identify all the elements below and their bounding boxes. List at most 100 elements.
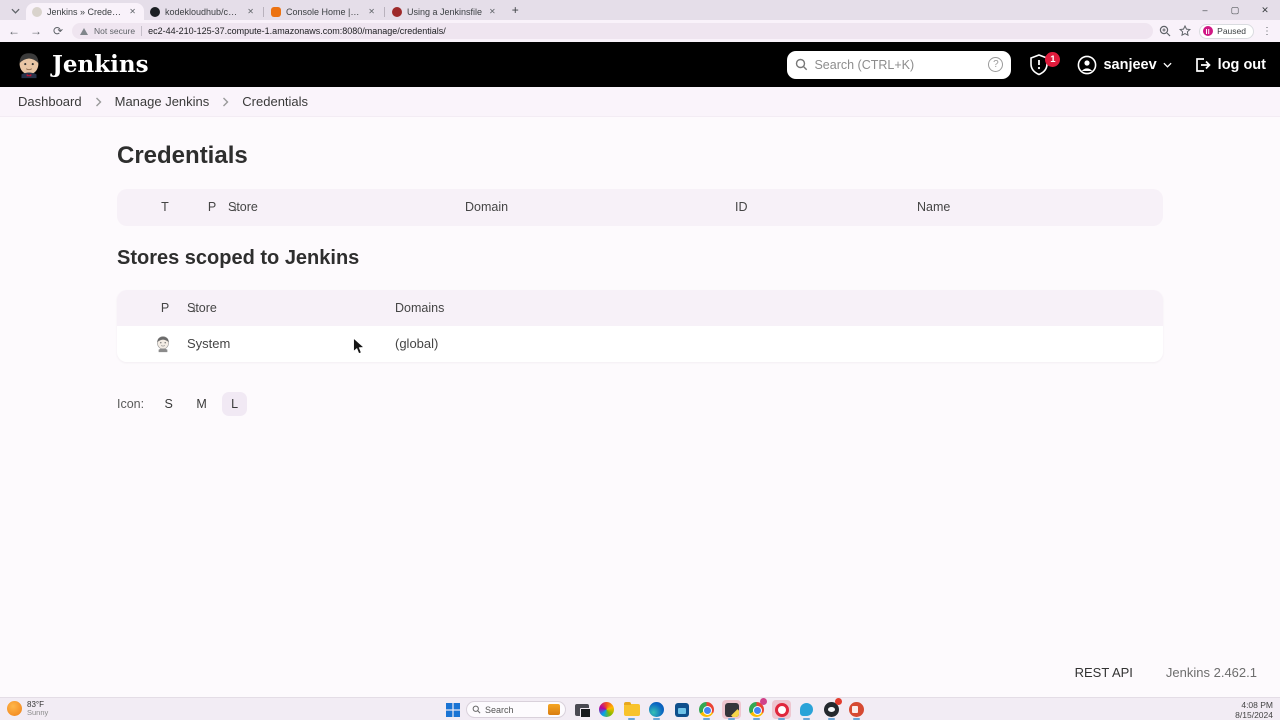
tab-close-icon[interactable]: ✕ xyxy=(245,7,256,16)
taskbar-center: Search xyxy=(446,698,866,720)
jenkins-search-box[interactable]: ? xyxy=(787,50,1012,79)
tab-title: Using a Jenkinsfile xyxy=(407,6,483,17)
search-icon xyxy=(472,705,481,714)
window-minimize-button[interactable]: – xyxy=(1190,0,1220,20)
toolbar-right-icons: Paused ⋮ xyxy=(1159,23,1274,39)
file-explorer-icon[interactable] xyxy=(622,700,641,720)
reload-button[interactable]: ⟳ xyxy=(50,25,66,37)
logout-button[interactable]: log out xyxy=(1193,56,1266,74)
screen: Jenkins » Credentials [Jenkins] ✕ kodekl… xyxy=(0,0,1280,720)
opera-icon[interactable] xyxy=(772,700,791,720)
security-warnings-button[interactable]: 1 xyxy=(1026,51,1061,78)
office-app-icon[interactable] xyxy=(847,700,866,720)
store-row-system: System (global) xyxy=(117,326,1163,362)
browser-tab-github[interactable]: kodekloudhub/course-jenkins ✕ xyxy=(144,3,262,20)
chrome-profile-icon[interactable] xyxy=(747,698,767,720)
browser-tab-jenkins[interactable]: Jenkins » Credentials [Jenkins] ✕ xyxy=(26,3,144,20)
column-header-provider[interactable]: P xyxy=(204,189,220,226)
new-tab-button[interactable]: + xyxy=(512,3,519,17)
tab-title: Jenkins » Credentials [Jenkins] xyxy=(47,6,122,17)
jenkins-brand-title[interactable]: Jenkins xyxy=(52,51,149,78)
icon-size-control: Icon: S M L xyxy=(117,392,248,416)
credentials-table: T P Store ↓ Domain ID Name xyxy=(117,189,1163,226)
column-header-provider[interactable]: P xyxy=(157,290,173,326)
tab-title: Console Home | Console Hom... xyxy=(286,6,361,17)
jenkins-header: Jenkins ? 1 sanjeev xyxy=(0,42,1280,87)
icon-size-medium-button[interactable]: M xyxy=(189,392,214,416)
windows-start-button[interactable] xyxy=(446,702,460,717)
column-header-domain[interactable]: Domain xyxy=(465,189,508,226)
profile-paused-chip[interactable]: Paused xyxy=(1199,23,1254,39)
address-bar[interactable]: Not secure ec2-44-210-125-37.compute-1.a… xyxy=(72,23,1154,39)
column-header-store[interactable]: Store ↓ xyxy=(187,290,217,326)
window-close-button[interactable]: ✕ xyxy=(1250,0,1280,20)
github-desktop-icon[interactable] xyxy=(822,698,842,720)
store-header-label: Store xyxy=(228,200,258,214)
column-header-type[interactable]: T xyxy=(157,189,173,226)
jenkins-docs-favicon xyxy=(392,6,402,17)
icon-size-large-button[interactable]: L xyxy=(222,392,248,416)
chrome-icon[interactable] xyxy=(697,700,716,720)
tab-divider xyxy=(263,7,264,17)
search-input[interactable] xyxy=(814,57,983,72)
window-maximize-button[interactable]: ▢ xyxy=(1220,0,1250,20)
column-header-id[interactable]: ID xyxy=(735,189,748,226)
stores-table-header: P Store ↓ Domains xyxy=(117,290,1163,326)
chevron-down-icon xyxy=(1163,62,1172,68)
header-right: ? 1 sanjeev xyxy=(787,50,1266,79)
logout-icon xyxy=(1195,57,1211,72)
jenkins-butler-logo[interactable] xyxy=(14,50,44,80)
snipping-tool-icon[interactable] xyxy=(722,700,741,720)
zoom-icon[interactable] xyxy=(1159,25,1171,37)
copilot-icon[interactable] xyxy=(597,700,616,719)
breadcrumb-credentials[interactable]: Credentials xyxy=(238,92,312,111)
rest-api-link[interactable]: REST API xyxy=(1075,665,1133,680)
tab-close-icon[interactable]: ✕ xyxy=(127,7,138,16)
profile-avatar-paused-icon xyxy=(1203,26,1214,36)
tab-close-icon[interactable]: ✕ xyxy=(487,7,498,16)
credentials-table-header: T P Store ↓ Domain ID Name xyxy=(117,189,1163,226)
browser-menu-kebab-icon[interactable]: ⋮ xyxy=(1262,26,1272,37)
column-header-store[interactable]: Store ↓ xyxy=(228,189,258,226)
logout-label: log out xyxy=(1217,56,1266,73)
stores-table: P Store ↓ Domains System (global) xyxy=(117,290,1163,362)
search-highlight-icon xyxy=(548,704,560,715)
weather-widget[interactable]: 83°F Sunny xyxy=(7,700,48,718)
edge-icon[interactable] xyxy=(647,700,666,720)
store-header-label: Store xyxy=(187,301,217,315)
task-view-button[interactable] xyxy=(572,700,591,719)
jenkins-head-icon xyxy=(157,336,169,353)
bookmark-star-icon[interactable] xyxy=(1179,25,1192,37)
breadcrumb: Dashboard Manage Jenkins Credentials xyxy=(0,87,1280,117)
username: sanjeev xyxy=(1103,56,1157,73)
teal-app-icon[interactable] xyxy=(797,700,816,720)
browser-tab-aws-console[interactable]: Console Home | Console Hom... ✕ xyxy=(265,3,383,20)
divider xyxy=(141,26,143,36)
stores-section-title: Stores scoped to Jenkins xyxy=(117,247,360,269)
browser-toolbar: ← → ⟳ Not secure ec2-44-210-125-37.compu… xyxy=(0,20,1280,42)
microsoft-store-icon[interactable] xyxy=(672,700,691,719)
tab-close-icon[interactable]: ✕ xyxy=(366,7,377,16)
security-label[interactable]: Not secure xyxy=(94,26,135,36)
taskbar-search-box[interactable]: Search xyxy=(466,701,566,718)
browser-tab-jenkinsfile-docs[interactable]: Using a Jenkinsfile ✕ xyxy=(386,3,504,20)
github-favicon xyxy=(150,6,160,17)
taskbar-clock[interactable]: 4:08 PM 8/15/2024 xyxy=(1235,700,1273,720)
forward-button[interactable]: → xyxy=(28,25,44,37)
back-button[interactable]: ← xyxy=(6,25,22,37)
page-footer: REST API Jenkins 2.462.1 xyxy=(1075,665,1257,680)
icon-size-small-button[interactable]: S xyxy=(156,392,181,416)
url-text[interactable]: ec2-44-210-125-37.compute-1.amazonaws.co… xyxy=(148,26,446,36)
search-help-icon[interactable]: ? xyxy=(988,57,1004,72)
column-header-name[interactable]: Name xyxy=(917,189,950,226)
user-menu[interactable]: sanjeev xyxy=(1077,55,1172,75)
chevron-right-icon xyxy=(222,97,229,107)
breadcrumb-dashboard[interactable]: Dashboard xyxy=(14,92,86,111)
tab-search-chevron-icon[interactable] xyxy=(6,3,24,19)
aws-favicon xyxy=(271,6,281,17)
notification-badge: 1 xyxy=(1045,51,1061,67)
column-header-domains[interactable]: Domains xyxy=(395,290,444,326)
domain-global-link[interactable]: (global) xyxy=(395,326,438,362)
store-system-link[interactable]: System xyxy=(187,326,230,362)
breadcrumb-manage-jenkins[interactable]: Manage Jenkins xyxy=(111,92,214,111)
